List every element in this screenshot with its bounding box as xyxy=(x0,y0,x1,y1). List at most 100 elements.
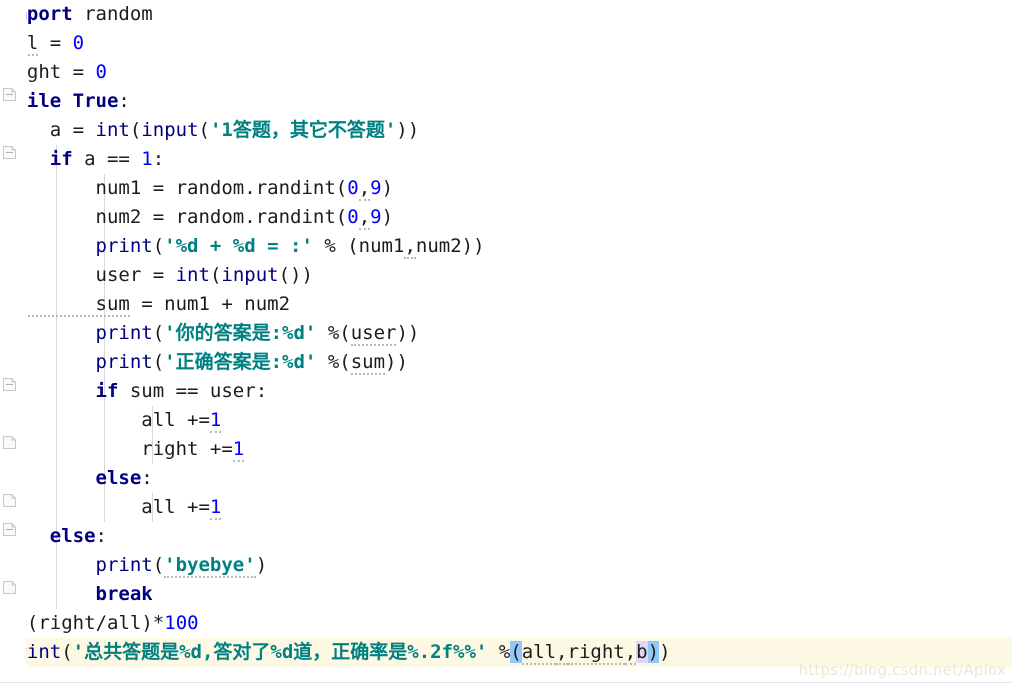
token-paren: ( xyxy=(152,554,165,576)
token-operator-eq: == xyxy=(106,148,142,170)
token-operator-plus-assign: += xyxy=(175,409,210,431)
token-paren: )) xyxy=(461,235,485,257)
token-operator-mod: % xyxy=(316,322,340,344)
fold-marker-if-sum[interactable] xyxy=(3,378,16,391)
token-dot: . xyxy=(244,206,256,228)
token-operator-assign: = xyxy=(61,119,96,141)
token-paren: ) xyxy=(381,206,394,228)
token-paren: ) xyxy=(255,554,268,576)
token-builtin-print: print xyxy=(4,554,153,576)
token-string-byebye: 'byebye' xyxy=(164,554,256,578)
token-identifier-user: user xyxy=(209,380,256,402)
code-line-7[interactable]: num1 = random.randint(0,9) xyxy=(0,174,1012,203)
code-line-11[interactable]: sum = num1 + num2 xyxy=(0,290,1012,319)
token-identifier-num2: num2 xyxy=(415,235,462,257)
token-builtin-input: input xyxy=(221,264,279,286)
code-line-22[interactable]: b=(right/all)*100 xyxy=(0,609,1012,638)
fold-marker-right-inc[interactable] xyxy=(3,436,16,449)
token-keyword-break: break xyxy=(4,583,153,605)
token-number-nine: 9 xyxy=(370,206,382,228)
code-line-4[interactable]: while True: xyxy=(0,87,1012,116)
code-line-1[interactable]: import random xyxy=(0,0,1012,29)
token-identifier-num1: num1 xyxy=(358,235,405,257)
code-line-14[interactable]: if sum == user: xyxy=(0,377,1012,406)
token-identifier-user: user xyxy=(350,322,397,346)
token-dot: . xyxy=(244,177,256,199)
code-line-8[interactable]: num2 = random.randint(0,9) xyxy=(0,203,1012,232)
token-string-prompt: '1答题，其它不答题' xyxy=(209,119,397,141)
token-number-zero: 0 xyxy=(347,177,359,199)
token-identifier-all: all xyxy=(107,612,142,634)
editor-gutter[interactable] xyxy=(0,0,26,682)
code-line-6[interactable]: if a == 1: xyxy=(0,145,1012,174)
code-line-2[interactable]: all = 0 xyxy=(0,29,1012,58)
token-paren: ( xyxy=(198,119,210,141)
token-string-summary: '总共答题是%d,答对了%d道，正确率是%.2f%%' xyxy=(72,641,488,663)
token-comma: , xyxy=(358,177,371,201)
token-paren-matched-close: ) xyxy=(647,641,660,663)
token-operator-plus-assign: += xyxy=(198,438,233,460)
token-operator-assign: = xyxy=(129,293,165,315)
token-identifier-num1: num1 xyxy=(164,293,210,315)
code-line-17[interactable]: else: xyxy=(0,464,1012,493)
code-line-3[interactable]: right = 0 xyxy=(0,58,1012,87)
fold-marker-break[interactable] xyxy=(3,581,16,594)
token-number-nine: 9 xyxy=(370,177,382,199)
fold-marker-else-outer[interactable] xyxy=(3,523,16,536)
token-colon: : xyxy=(118,90,130,112)
token-keyword-true: True xyxy=(61,90,119,112)
code-line-15[interactable]: all +=1 xyxy=(0,406,1012,435)
code-line-21[interactable]: break xyxy=(0,580,1012,609)
token-identifier-right: right xyxy=(567,641,625,665)
token-number-one: 1 xyxy=(232,438,245,462)
fold-marker-all-inc[interactable] xyxy=(3,494,16,507)
code-editor[interactable]: import random all = 0 right = 0 while Tr… xyxy=(0,0,1012,683)
token-comma: , xyxy=(358,206,371,230)
code-line-19[interactable]: else: xyxy=(0,522,1012,551)
code-line-12[interactable]: print('你的答案是:%d' %(user)) xyxy=(0,319,1012,348)
code-line-20[interactable]: print('byebye') xyxy=(0,551,1012,580)
token-builtin-print: print xyxy=(4,235,153,257)
token-builtin-int: int xyxy=(175,264,210,286)
token-colon: : xyxy=(141,467,153,489)
token-string-your-answer: '你的答案是:%d' xyxy=(164,322,317,344)
token-identifier-random: random xyxy=(175,206,245,228)
token-paren: ( xyxy=(209,264,222,286)
code-line-9[interactable]: print('%d + %d = :' % (num1,num2)) xyxy=(0,232,1012,261)
token-paren: ( xyxy=(152,351,165,373)
token-paren: ( xyxy=(152,235,165,257)
token-identifier-b: b xyxy=(636,641,648,663)
fold-marker-while[interactable] xyxy=(3,88,16,101)
token-method-randint: randint xyxy=(255,206,336,228)
token-number-hundred: 100 xyxy=(164,612,199,634)
token-string-correct-answer: '正确答案是:%d' xyxy=(164,351,317,373)
token-paren: ) xyxy=(141,612,153,634)
code-line-10[interactable]: user = int(input()) xyxy=(0,261,1012,290)
fold-marker-if-a[interactable] xyxy=(3,146,16,159)
token-string-format: '%d + %d = :' xyxy=(164,235,313,257)
token-identifier-right: right xyxy=(38,612,96,634)
token-identifier-all: all xyxy=(4,409,176,431)
token-number-zero: 0 xyxy=(95,61,107,83)
code-line-13[interactable]: print('正确答案是:%d' %(sum)) xyxy=(0,348,1012,377)
token-operator-div: / xyxy=(95,612,108,634)
token-builtin-int: int xyxy=(95,119,130,141)
token-identifier-all: all xyxy=(521,641,557,665)
token-identifier-random: random xyxy=(175,177,245,199)
code-line-16[interactable]: right +=1 xyxy=(0,435,1012,464)
token-builtin-print: print xyxy=(4,351,153,373)
token-colon: : xyxy=(152,148,165,170)
token-paren: ( xyxy=(335,206,348,228)
token-operator-mod: % xyxy=(312,235,348,257)
token-paren: ( xyxy=(347,235,359,257)
token-paren: )) xyxy=(396,322,420,344)
code-line-18[interactable]: all +=1 xyxy=(0,493,1012,522)
token-colon: : xyxy=(255,380,268,402)
token-operator-assign: = xyxy=(141,264,176,286)
code-line-5[interactable]: a = int(input('1答题，其它不答题')) xyxy=(0,116,1012,145)
token-identifier-all: all xyxy=(4,496,176,518)
token-number-one: 1 xyxy=(141,148,153,170)
code-content[interactable]: import random all = 0 right = 0 while Tr… xyxy=(0,0,1012,682)
token-colon: : xyxy=(95,525,107,547)
token-paren: ( xyxy=(339,322,351,344)
